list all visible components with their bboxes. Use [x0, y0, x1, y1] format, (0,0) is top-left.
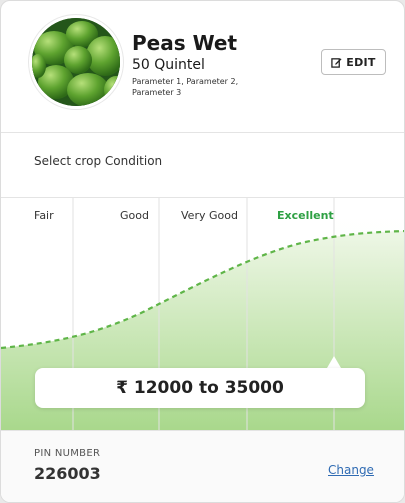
peas-image	[32, 18, 120, 106]
condition-selector[interactable]: Fair Good Very Good Excellent ₹ 12000 to…	[1, 198, 404, 430]
condition-option-fair[interactable]: Fair	[34, 209, 54, 222]
product-name: Peas Wet	[132, 31, 238, 55]
edit-icon	[331, 57, 342, 68]
product-header: Peas Wet 50 Quintel Parameter 1, Paramet…	[1, 1, 404, 133]
condition-prompt: Select crop Condition	[34, 154, 163, 168]
product-parameters: Parameter 1, Parameter 2, Parameter 3	[132, 77, 239, 97]
condition-option-good[interactable]: Good	[120, 209, 149, 222]
product-quantity: 50 Quintel	[132, 57, 205, 73]
pin-label: PIN NUMBER	[34, 448, 101, 459]
location-footer: PIN NUMBER 226003 Change	[1, 430, 404, 502]
condition-option-excellent[interactable]: Excellent	[277, 209, 334, 222]
edit-button[interactable]: EDIT	[321, 49, 386, 75]
product-avatar	[29, 15, 123, 109]
price-pointer	[327, 356, 341, 368]
condition-prompt-row: Select crop Condition	[1, 133, 404, 198]
condition-option-very-good[interactable]: Very Good	[181, 209, 238, 222]
price-range: ₹ 12000 to 35000	[35, 368, 365, 408]
crop-card: Peas Wet 50 Quintel Parameter 1, Paramet…	[0, 0, 405, 503]
pin-value: 226003	[34, 464, 101, 483]
change-link[interactable]: Change	[328, 463, 374, 477]
edit-button-label: EDIT	[346, 55, 376, 69]
